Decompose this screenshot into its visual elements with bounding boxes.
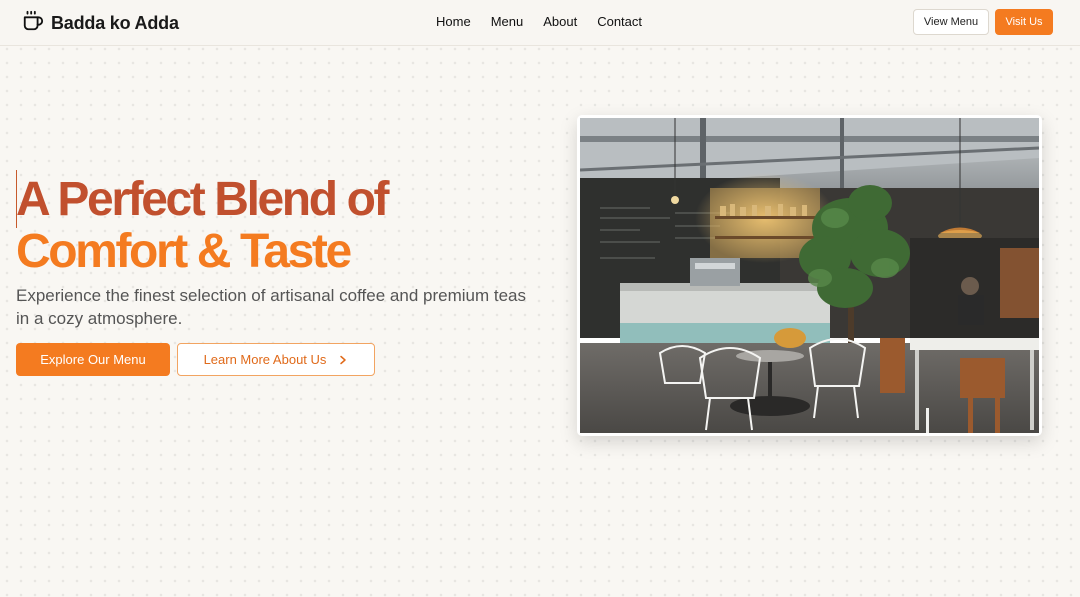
explore-menu-label: Explore Our Menu (40, 352, 146, 367)
navbar: Badda ko Adda Home Menu About Contact Vi… (0, 0, 1080, 46)
view-menu-button[interactable]: View Menu (913, 9, 989, 35)
chevron-right-icon (338, 355, 348, 365)
nav-link-menu[interactable]: Menu (491, 14, 524, 29)
hero-headline-line1: A Perfect Blend of (16, 173, 389, 226)
learn-more-label: Learn More About Us (203, 352, 327, 367)
brand-name: Badda ko Adda (51, 13, 179, 33)
visit-us-button[interactable]: Visit Us (995, 9, 1053, 35)
learn-more-button[interactable]: Learn More About Us (177, 343, 375, 376)
nav-link-about[interactable]: About (543, 14, 577, 29)
explore-menu-button[interactable]: Explore Our Menu (16, 343, 170, 376)
hero-headline-line2: Comfort & Taste (16, 225, 352, 278)
hero-subtitle: Experience the finest selection of artis… (16, 286, 526, 328)
brand-logo[interactable]: Badda ko Adda (22, 10, 179, 37)
nav-link-home[interactable]: Home (436, 14, 471, 29)
cafe-interior-photo (580, 118, 1039, 433)
coffee-cup-icon (22, 10, 51, 37)
hero-image-frame (577, 115, 1042, 436)
nav-link-contact[interactable]: Contact (597, 14, 642, 29)
main-nav: Home Menu About Contact (436, 14, 662, 29)
